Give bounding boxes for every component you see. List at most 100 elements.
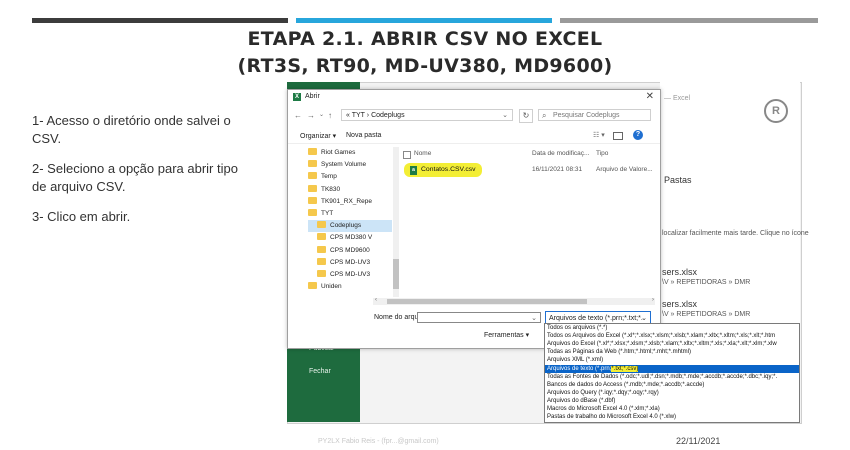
- column-date[interactable]: Data de modificaç...: [532, 150, 589, 157]
- step-1: 1- Acesso o diretório onde salvei o CSV.: [32, 113, 231, 146]
- file-list-hscrollbar[interactable]: ‹ ›: [373, 297, 655, 305]
- tree-folder-item[interactable]: TYT: [308, 208, 392, 220]
- recent-file-2-name[interactable]: sers.xlsx: [662, 299, 697, 309]
- tree-folder-item[interactable]: System Volume: [308, 159, 392, 171]
- tree-scroll-thumb[interactable]: [393, 259, 399, 289]
- hscroll-thumb[interactable]: [387, 299, 587, 304]
- excel-title-hint: — Excel: [664, 95, 691, 102]
- tree-folder-item[interactable]: Temp: [308, 171, 392, 183]
- folder-icon: [317, 257, 326, 265]
- deco-bar-dark: [32, 18, 288, 23]
- filetype-option[interactable]: Todas as Páginas da Web (*.htm;*.html;*.…: [545, 348, 799, 356]
- tree-folder-item[interactable]: Uniden: [308, 281, 392, 293]
- filetype-option[interactable]: Todas as Fontes de Dados (*.odc;*.udl;*.…: [545, 373, 799, 381]
- tree-folder-item[interactable]: TK901_RX_Repe: [308, 196, 392, 208]
- tree-folder-item[interactable]: TK830: [308, 184, 392, 196]
- menu-fechar[interactable]: Fechar: [309, 368, 331, 375]
- recent-file-1-path: \V » REPETIDORAS » DMR: [662, 279, 751, 286]
- filetype-option[interactable]: Arquivos do dBase (*.dbf): [545, 397, 799, 405]
- column-name[interactable]: Nome: [414, 150, 431, 157]
- search-input[interactable]: ⌕ Pesquisar Codeplugs: [538, 109, 651, 121]
- help-icon[interactable]: ?: [633, 130, 643, 140]
- chevron-down-icon[interactable]: ⌄: [531, 313, 537, 324]
- filetype-option[interactable]: Arquivos do Excel (*.xl*;*.xlsx;*.xlsm;*…: [545, 340, 799, 348]
- tree-folder-item[interactable]: CPS MD-UV3: [308, 269, 392, 281]
- recent-file-1-name[interactable]: sers.xlsx: [662, 267, 697, 277]
- search-icon: ⌕: [542, 111, 547, 120]
- tree-folder-item[interactable]: Riot Games: [308, 147, 392, 159]
- file-name[interactable]: Contatos.CSV.csv: [421, 166, 476, 173]
- option-text: Arquivos de texto (*.prn;: [547, 365, 612, 372]
- tree-folder-label: Riot Games: [321, 149, 356, 156]
- tree-folder-item[interactable]: CPS MD9600: [308, 245, 392, 257]
- address-overflow[interactable]: «: [346, 112, 350, 119]
- tools-button[interactable]: Ferramentas ▾: [484, 331, 529, 339]
- address-separator: ›: [366, 112, 370, 119]
- pin-hint: localizar facilmente mais tarde. Clique …: [662, 230, 809, 237]
- deco-bar-gray: [560, 18, 818, 23]
- filetype-option[interactable]: Todos os arquivos (*.*): [545, 324, 799, 332]
- file-row-contatos[interactable]: a Contatos.CSV.csv 16/11/2021 08:31 Arqu…: [400, 163, 655, 177]
- file-type: Arquivo de Valore...: [596, 166, 653, 173]
- navigation-bar: ← → ⌄ ↑ « TYT › Codeplugs ⌄ ↻ ⌕ Pesquisa…: [288, 108, 660, 124]
- tree-folder-label: System Volume: [321, 161, 367, 169]
- filetype-option[interactable]: Bancos de dados do Access (*.mdb;*.mde;*…: [545, 381, 799, 389]
- tree-folder-label: Codeplugs: [330, 222, 362, 230]
- organize-button[interactable]: Organizar ▾: [300, 132, 336, 140]
- folder-icon: [308, 196, 317, 204]
- folder-tree: Riot Games System Volume Temp TK830 TK901_RX…: [308, 147, 392, 293]
- footer-author: PY2LX Fabio Reis - (fpr...@gmail.com): [318, 438, 439, 445]
- option-highlight: *.txt;*.csv): [611, 365, 639, 372]
- filetype-option[interactable]: Todos os Arquivos do Excel (*.xl*;*.xlsx…: [545, 332, 799, 340]
- step-2: 2- Seleciono a opção para abrir tipo de …: [32, 161, 238, 194]
- forward-arrow-icon[interactable]: →: [307, 111, 315, 120]
- scroll-left-icon[interactable]: ‹: [375, 297, 377, 303]
- column-type[interactable]: Tipo: [596, 150, 608, 157]
- address-bar[interactable]: « TYT › Codeplugs ⌄: [341, 109, 513, 121]
- tree-folder-item[interactable]: Codeplugs: [308, 220, 392, 233]
- tree-scrollbar[interactable]: [393, 147, 399, 297]
- step-list: 1- Acesso o diretório onde salvei o CSV.…: [32, 112, 252, 238]
- footer-date: 22/11/2021: [676, 436, 721, 446]
- slide-title-line2: (RT3S, RT90, MD-UV380, MD9600): [237, 55, 613, 77]
- filetype-option[interactable]: Arquivos XML (*.xml): [545, 356, 799, 364]
- filetype-option[interactable]: Arquivos do Query (*.iqy;*.dqy;*.oqy;*.r…: [545, 389, 799, 397]
- deco-bar-blue: [296, 18, 552, 23]
- tree-folder-label: CPS MD9600: [330, 246, 370, 254]
- csv-file-icon: a: [410, 166, 417, 175]
- tree-folder-label: CPS MD-UV3: [330, 258, 371, 266]
- address-segment-tyt[interactable]: TYT: [352, 112, 365, 119]
- filetype-option[interactable]: Arquivos de texto (*.prn;*.txt;*.csv): [545, 364, 799, 373]
- step-3: 3- Clico em abrir.: [32, 209, 131, 224]
- preview-pane-icon[interactable]: [613, 132, 623, 140]
- tree-folder-label: Temp: [321, 173, 337, 181]
- tree-folder-label: CPS MD380 V: [330, 234, 373, 242]
- refresh-icon[interactable]: ↻: [519, 109, 533, 123]
- slide-title: ETAPA 2.1. ABRIR CSV NO EXCEL (RT3S, RT9…: [0, 26, 850, 80]
- filetype-option[interactable]: Macros do Microsoft Excel 4.0 (*.xlm;*.x…: [545, 405, 799, 413]
- file-list-header: Nome Data de modificaç... Tipo: [400, 149, 655, 161]
- back-arrow-icon[interactable]: ←: [294, 111, 302, 120]
- tree-folder-item[interactable]: CPS MD380 V: [308, 232, 392, 244]
- address-segment-codeplugs[interactable]: Codeplugs: [371, 112, 404, 119]
- dialog-toolbar: Organizar ▾ Nova pasta ☷ ▾ ?: [288, 129, 660, 144]
- filetype-option[interactable]: Pastas de trabalho do Microsoft Excel 4.…: [545, 413, 799, 421]
- chevron-down-icon[interactable]: ⌄: [502, 110, 508, 122]
- folder-icon: [317, 233, 326, 241]
- excel-app-icon: X: [293, 93, 301, 101]
- folder-icon: [317, 221, 326, 229]
- up-arrow-icon[interactable]: ↑: [328, 111, 332, 120]
- filename-input[interactable]: ⌄: [417, 312, 541, 323]
- filetype-selected-label: Arquivos de texto (*.prn;*.txt;*.: [549, 315, 643, 322]
- tree-folder-item[interactable]: CPS MD-UV3: [308, 257, 392, 269]
- recent-locations-chevron-icon[interactable]: ⌄: [319, 111, 324, 118]
- close-icon[interactable]: ✕: [646, 91, 654, 102]
- select-all-checkbox[interactable]: [403, 151, 411, 159]
- tree-folder-label: CPS MD-UV3: [330, 271, 371, 278]
- scroll-right-icon[interactable]: ›: [652, 297, 654, 303]
- view-options-icon[interactable]: ☷ ▾: [593, 131, 605, 139]
- tree-folder-label: TYT: [321, 210, 334, 217]
- folder-icon: [308, 148, 317, 155]
- new-folder-button[interactable]: Nova pasta: [346, 132, 381, 139]
- folder-icon: [308, 282, 317, 290]
